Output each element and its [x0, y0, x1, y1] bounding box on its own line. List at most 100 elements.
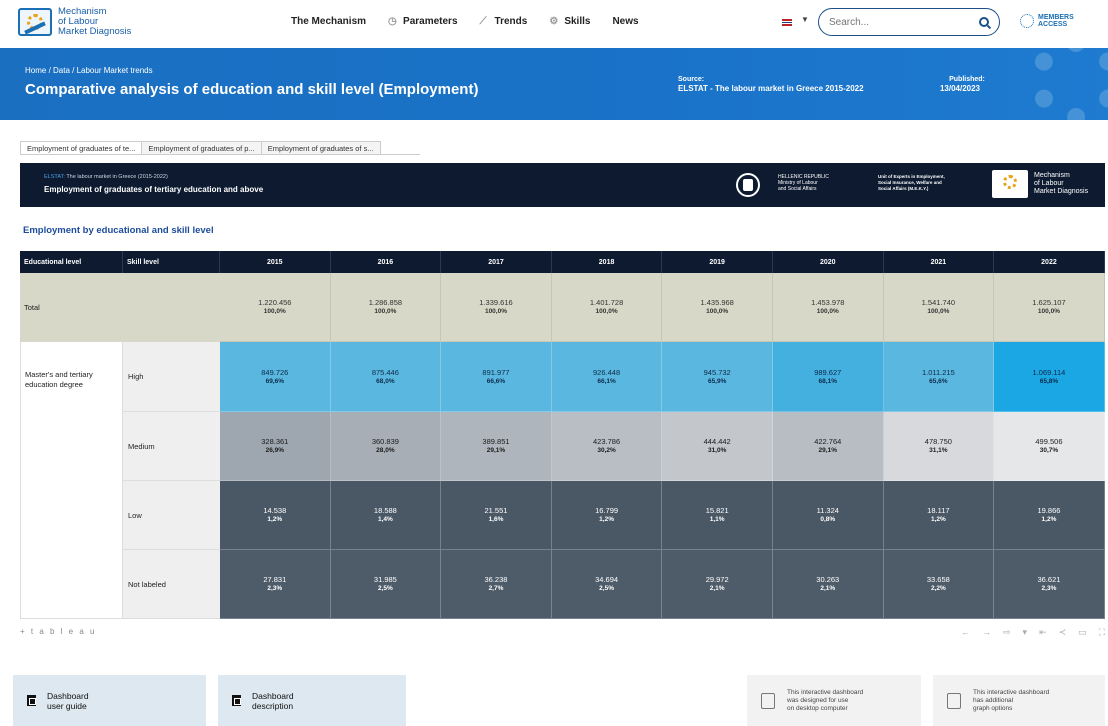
dashboard-logo: Mechanism of Labour Market Diagnosis — [992, 170, 1088, 198]
members-access-link[interactable]: MEMBERS ACCESS — [1020, 14, 1074, 28]
breadcrumb[interactable]: Home / Data / Labour Market trends — [25, 66, 153, 75]
table-cell[interactable]: 30.263 2,1% — [772, 550, 884, 619]
revert-icon[interactable]: ⇨ — [1003, 627, 1011, 638]
table-cell[interactable]: 1.286.858 100,0% — [330, 273, 442, 342]
table-cell[interactable]: 36.621 2,3% — [994, 550, 1105, 619]
cell-percent: 1,2% — [930, 516, 946, 523]
table-cell[interactable]: 423.786 30,2% — [551, 412, 663, 481]
table-cell[interactable]: 15.821 1,1% — [662, 481, 773, 550]
redo-icon[interactable]: → — [982, 627, 991, 638]
table-cell[interactable]: 11.324 0,8% — [772, 481, 884, 550]
table-cell[interactable]: 21.551 1,6% — [441, 481, 552, 550]
ministry-text: HELLENIC REPUBLIC Ministry of Labour and… — [778, 174, 829, 192]
gear-icon: ⚙ — [549, 15, 559, 27]
search-input[interactable] — [829, 16, 969, 28]
table-cell[interactable]: 1.011.215 65,6% — [883, 342, 995, 412]
cell-percent: 30,7% — [1039, 447, 1059, 454]
table-cell[interactable]: 1.541.740 100,0% — [883, 273, 995, 342]
cell-percent: 2,1% — [820, 585, 836, 592]
cell-percent: 29,1% — [486, 447, 506, 454]
table-cell[interactable]: 1.339.616 100,0% — [441, 273, 552, 342]
cell-percent: 1,6% — [488, 516, 504, 523]
search-icon[interactable] — [979, 17, 989, 27]
description-button[interactable]: Dashboard description — [218, 675, 406, 726]
cell-percent: 2,3% — [1041, 585, 1057, 592]
dashboard-tabs: Employment of graduates of te... Employm… — [20, 141, 420, 155]
table-cell[interactable]: 926.448 66,1% — [551, 342, 663, 412]
comment-icon[interactable]: ▭ — [1078, 627, 1087, 638]
desktop-only-icon — [761, 692, 775, 709]
cell-value: 21.551 — [484, 506, 508, 515]
table-cell[interactable]: 849.726 69,6% — [220, 342, 331, 412]
table-header-row: Educational level Skill level 2015 2016 … — [20, 251, 1105, 273]
table-cell[interactable]: 422.764 29,1% — [772, 412, 884, 481]
cell-percent: 31,1% — [929, 447, 948, 454]
table-cell[interactable]: 18.588 1,4% — [330, 481, 442, 550]
tab-secondary[interactable]: Employment of graduates of s... — [260, 141, 381, 154]
fullscreen-icon[interactable]: ⛶ — [1099, 627, 1105, 638]
table-cell[interactable]: 14.538 1,2% — [220, 481, 331, 550]
table-cell[interactable]: 478.750 31,1% — [883, 412, 995, 481]
table-cell[interactable]: 1.069.114 65,8% — [994, 342, 1105, 412]
table-cell[interactable]: 1.435.968 100,0% — [662, 273, 773, 342]
refresh-icon[interactable]: ⇤ — [1039, 627, 1047, 638]
pdf-icon — [27, 695, 36, 706]
chevron-down-icon[interactable]: ▼ — [801, 15, 809, 24]
cell-value: 36.621 — [1037, 575, 1061, 584]
site-logo[interactable]: Mechanism of Labour Market Diagnosis — [18, 4, 142, 40]
table-cell[interactable]: 16.799 1,2% — [551, 481, 663, 550]
nav-item-trends[interactable]: ⟋ Trends — [480, 16, 528, 27]
cell-value: 1.011.215 — [921, 367, 955, 377]
cell-value: 989.627 — [814, 367, 842, 377]
table-cell[interactable]: 29.972 2,1% — [662, 550, 773, 619]
table-cell[interactable]: 389.851 29,1% — [441, 412, 552, 481]
table-cell[interactable]: 1.453.978 100,0% — [772, 273, 884, 342]
table-cell[interactable]: 34.694 2,5% — [551, 550, 663, 619]
cell-value: 444.442 — [703, 437, 731, 446]
table-cell[interactable]: 31.985 2,5% — [330, 550, 442, 619]
logo-emblem-icon — [18, 8, 52, 36]
table-cell[interactable]: 328.361 26,9% — [220, 412, 331, 481]
table-cell[interactable]: 875.446 68,0% — [330, 342, 442, 412]
table-row: 328.361 26,9% 360.839 28,0% 389.851 29,1% 423.… — [20, 412, 1105, 481]
tab-tertiary[interactable]: Employment of graduates of te... — [20, 141, 143, 154]
cell-percent: 69,6% — [265, 377, 285, 385]
table-cell[interactable]: 27.831 2,3% — [220, 550, 331, 619]
table-cell[interactable]: 36.238 2,7% — [441, 550, 552, 619]
cell-value: 1.339.616 — [479, 298, 513, 307]
table-cell[interactable]: 989.627 68,1% — [772, 342, 884, 412]
table-cell[interactable]: 1.625.107 100,0% — [994, 273, 1105, 342]
cell-percent: 100,0% — [927, 308, 950, 315]
table-cell[interactable]: 19.866 1,2% — [994, 481, 1105, 550]
nav-item-parameters[interactable]: ◷ Parameters — [388, 16, 457, 27]
table-cell[interactable]: 360.839 28,0% — [330, 412, 442, 481]
pause-icon[interactable]: ▾ — [1023, 627, 1028, 638]
cell-percent: 2,2% — [930, 585, 946, 592]
table-cell[interactable]: 891.977 66,6% — [441, 342, 552, 412]
nav-item-skills[interactable]: ⚙ Skills — [549, 16, 590, 27]
tableau-logo[interactable]: + t a b l e a u — [20, 627, 96, 636]
cell-value: 11.324 — [816, 506, 839, 515]
cell-value: 18.588 — [373, 506, 397, 515]
table-cell[interactable]: 1.401.728 100,0% — [551, 273, 663, 342]
user-guide-button[interactable]: Dashboard user guide — [13, 675, 206, 726]
nav-item-news[interactable]: News — [612, 16, 638, 27]
cell-value: 1.220.456 — [258, 298, 292, 307]
table-cell[interactable]: 33.658 2,2% — [883, 550, 995, 619]
share-icon[interactable]: ≺ — [1059, 627, 1067, 638]
uk-flag-icon[interactable] — [782, 19, 792, 26]
table-cell[interactable]: 945.732 65,9% — [662, 342, 773, 412]
table-cell[interactable]: 444.442 31,0% — [662, 412, 773, 481]
logo-emblem-icon — [992, 170, 1028, 198]
table-cell[interactable]: 499.506 30,7% — [994, 412, 1105, 481]
tab-post-secondary[interactable]: Employment of graduates of p... — [141, 141, 262, 154]
nav-item-mechanism[interactable]: The Mechanism — [291, 16, 366, 27]
cell-value: 423.786 — [593, 437, 621, 446]
table-cell[interactable]: 18.117 1,2% — [883, 481, 995, 550]
cell-value: 1.435.968 — [700, 298, 734, 307]
cell-percent: 100,0% — [595, 308, 618, 315]
table-cell[interactable]: 1.220.456 100,0% — [220, 273, 331, 342]
cell-value: 36.238 — [484, 575, 508, 584]
cell-value: 18.117 — [927, 506, 950, 515]
undo-icon[interactable]: ← — [961, 627, 970, 638]
